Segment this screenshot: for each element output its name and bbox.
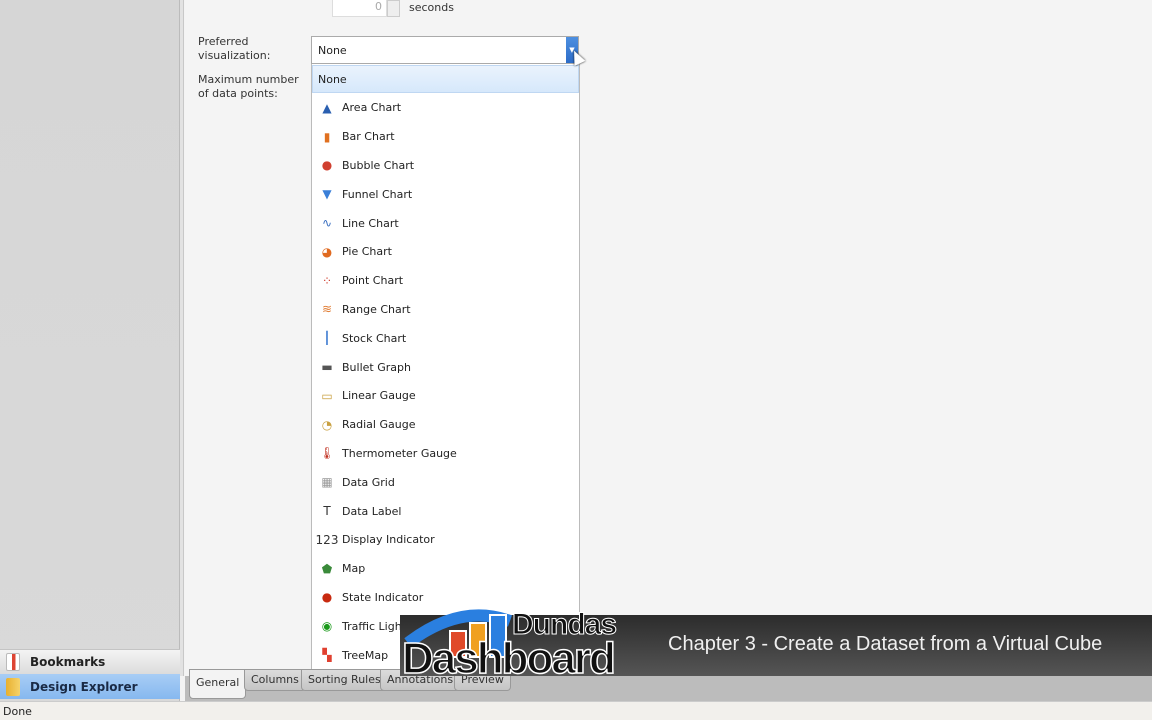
bullet-graph-icon: ▬ bbox=[321, 360, 333, 374]
dropdown-item-label: Radial Gauge bbox=[342, 418, 416, 432]
dropdown-item[interactable]: ▦ Data Grid bbox=[312, 468, 579, 496]
tab-general[interactable]: General bbox=[189, 669, 247, 699]
dropdown-item[interactable]: ⁘ Point Chart bbox=[312, 267, 579, 295]
dropdown-item[interactable]: 123 Display Indicator bbox=[312, 526, 579, 554]
sidebar-item-design-explorer[interactable]: Design Explorer bbox=[0, 674, 180, 699]
map-icon: ⬟ bbox=[321, 561, 333, 576]
sidebar-item-label: Bookmarks bbox=[30, 655, 106, 669]
interval-unit: seconds bbox=[409, 1, 454, 14]
dropdown-item-label: Map bbox=[342, 562, 366, 576]
logo-text-dashboard: Dashboard bbox=[401, 633, 616, 684]
dropdown-item-label: Data Label bbox=[342, 504, 402, 518]
dropdown-item[interactable]: 🌡 Thermometer Gauge bbox=[312, 439, 579, 467]
data-grid-icon: ▦ bbox=[321, 475, 333, 490]
dropdown-item-label: Data Grid bbox=[342, 475, 395, 489]
tab-sorting-rules[interactable]: Sorting Rules bbox=[301, 669, 388, 691]
dropdown-item[interactable]: ∿ Line Chart bbox=[312, 209, 579, 237]
dropdown-item[interactable]: ⬟ Map bbox=[312, 555, 579, 583]
dropdown-item[interactable]: ┃ Stock Chart bbox=[312, 324, 579, 352]
dropdown-item[interactable]: ● Bubble Chart bbox=[312, 151, 579, 179]
dropdown-item[interactable]: ▬ Bullet Graph bbox=[312, 353, 579, 381]
dropdown-item[interactable]: ▼ Funnel Chart bbox=[312, 180, 579, 208]
sidebar-item-bookmarks[interactable]: Bookmarks bbox=[0, 649, 180, 674]
splitter[interactable] bbox=[180, 0, 184, 676]
data-label-icon: T bbox=[323, 504, 331, 518]
status-bar: Done bbox=[0, 701, 1152, 720]
pie-chart-icon: ◕ bbox=[321, 244, 333, 259]
visualization-dropdown-list: None ▲ Area Chart ▮ Bar Chart ● Bubble Chart ▼ F… bbox=[311, 64, 580, 684]
dropdown-item-label: Bubble Chart bbox=[342, 158, 415, 172]
treemap-icon: ▚ bbox=[322, 648, 332, 662]
dropdown-item-label: Pie Chart bbox=[342, 245, 392, 259]
dropdown-item[interactable]: None bbox=[312, 65, 579, 93]
dropdown-item[interactable]: ≋ Range Chart bbox=[312, 295, 579, 323]
dropdown-item-label: Bar Chart bbox=[342, 130, 395, 144]
dropdown-item-label: None bbox=[318, 72, 347, 86]
max-data-points-label: Maximum number of data points: bbox=[198, 73, 299, 100]
stock-chart-icon: ┃ bbox=[323, 331, 331, 346]
line-chart-icon: ∿ bbox=[321, 216, 333, 230]
dropdown-item[interactable]: ◕ Pie Chart bbox=[312, 238, 579, 266]
preferred-visualization-select[interactable]: None bbox=[311, 36, 579, 64]
dropdown-item[interactable]: T Data Label bbox=[312, 497, 579, 525]
state-indicator-icon: ● bbox=[321, 590, 333, 605]
bookmark-icon bbox=[6, 653, 20, 671]
linear-gauge-icon: ▭ bbox=[321, 388, 333, 403]
sidebar-item-label: Design Explorer bbox=[30, 679, 138, 694]
point-chart-icon: ⁘ bbox=[321, 273, 333, 288]
funnel-chart-icon: ▼ bbox=[322, 187, 332, 202]
bubble-chart-icon: ● bbox=[321, 158, 333, 173]
traffic-light-icon: ◉ bbox=[321, 619, 333, 634]
sidebar bbox=[0, 0, 180, 701]
bar-chart-icon: ▮ bbox=[323, 129, 331, 144]
radial-gauge-icon: ◔ bbox=[321, 417, 333, 432]
dropdown-item-label: Traffic Light bbox=[342, 619, 406, 633]
dropdown-item-label: Area Chart bbox=[342, 101, 402, 115]
dropdown-item[interactable]: ▮ Bar Chart bbox=[312, 123, 579, 151]
thermometer-icon: 🌡 bbox=[319, 446, 335, 461]
folder-icon bbox=[6, 677, 20, 696]
dropdown-item-label: Point Chart bbox=[342, 274, 404, 288]
preferred-visualization-label: Preferred visualization: bbox=[198, 35, 271, 62]
dropdown-item[interactable]: ▲ Area Chart bbox=[312, 94, 579, 122]
tab-columns[interactable]: Columns bbox=[244, 669, 306, 691]
dropdown-item-label: State Indicator bbox=[342, 590, 424, 604]
dropdown-item[interactable]: ◔ Radial Gauge bbox=[312, 411, 579, 439]
dropdown-item-label: Linear Gauge bbox=[342, 389, 416, 403]
dropdown-item-label: Thermometer Gauge bbox=[342, 446, 457, 460]
interval-input[interactable]: 0 bbox=[332, 0, 387, 17]
display-indicator-icon: 123 bbox=[315, 532, 339, 547]
dropdown-item-label: Bullet Graph bbox=[342, 360, 411, 374]
range-chart-icon: ≋ bbox=[321, 302, 333, 317]
dropdown-item-label: Range Chart bbox=[342, 302, 411, 316]
chapter-title: Chapter 3 - Create a Dataset from a Virt… bbox=[668, 633, 1103, 655]
dropdown-item-label: TreeMap bbox=[342, 648, 389, 662]
area-chart-icon: ▲ bbox=[322, 100, 332, 115]
interval-spinner[interactable] bbox=[387, 0, 400, 17]
dropdown-item-label: Line Chart bbox=[342, 216, 399, 230]
dropdown-item[interactable]: ▭ Linear Gauge bbox=[312, 382, 579, 410]
dropdown-item-label: Funnel Chart bbox=[342, 187, 413, 201]
dropdown-item-label: Stock Chart bbox=[342, 331, 407, 345]
dropdown-item-label: Display Indicator bbox=[342, 533, 435, 547]
